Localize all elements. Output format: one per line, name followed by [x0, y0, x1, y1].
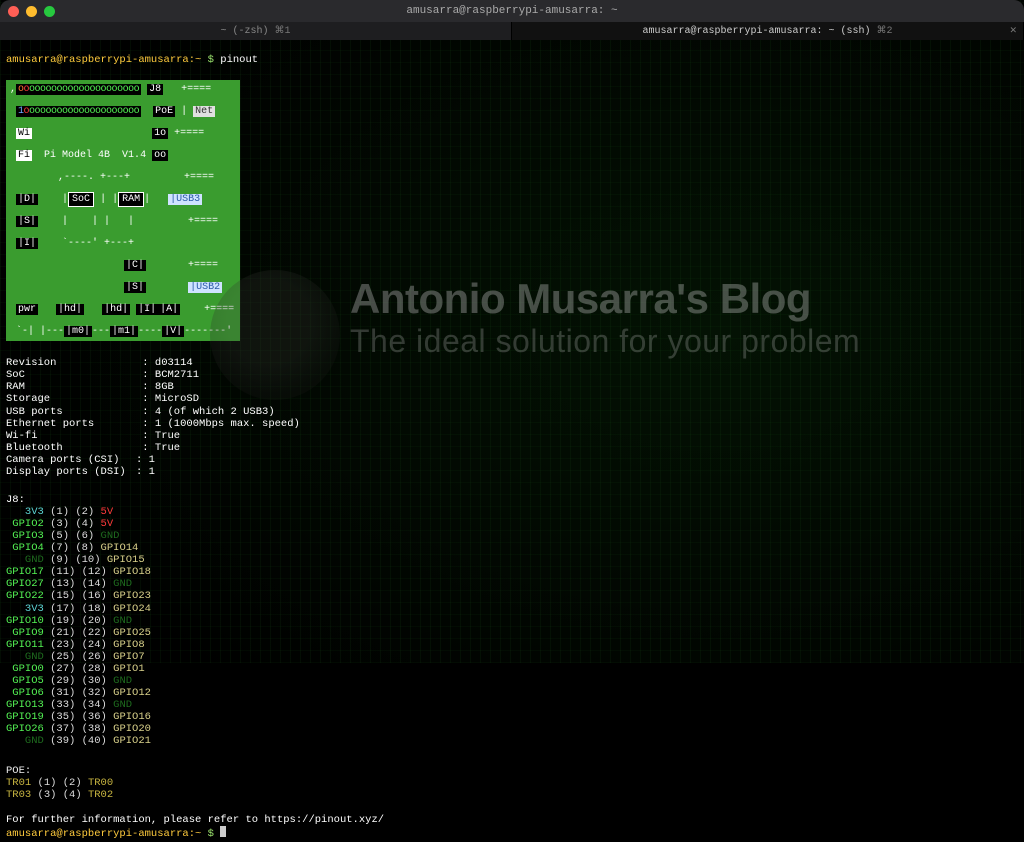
info-eth: 1 (1000Mbps max. speed) — [155, 418, 300, 430]
info-revision: d03114 — [155, 357, 193, 369]
usb2-port: |USB2 — [188, 282, 222, 293]
info-csi: 1 — [149, 454, 155, 466]
ram-chip: RAM — [118, 192, 144, 207]
footer-message: For further information, please refer to… — [6, 814, 384, 826]
tab-zsh[interactable]: ~ (-zsh) ⌘1 — [0, 22, 512, 40]
wifi-label-1: Wi — [16, 128, 32, 139]
poe-section: POE: TR01 (1) (2) TR00 TR03 (3) (4) TR02 — [6, 765, 1018, 801]
close-tab-icon[interactable]: ✕ — [1009, 26, 1017, 36]
j8-header: J8: — [6, 494, 25, 506]
soc-chip: SoC — [68, 192, 94, 207]
terminal-output[interactable]: amusarra@raspberrypi-amusarra:~ $ pinout… — [0, 40, 1024, 842]
info-usb: 4 (of which 2 USB3) — [155, 406, 275, 418]
wifi-label-2: Fi — [16, 150, 32, 161]
tab-bar: ~ (-zsh) ⌘1 amusarra@raspberrypi-amusarr… — [0, 22, 1024, 40]
prompt-symbol-2: $ — [208, 828, 214, 840]
gpio-header-row2: 1ooooooooooooooooooooo — [16, 106, 141, 117]
net-port: Net — [193, 106, 215, 117]
info-soc: BCM2711 — [155, 369, 199, 381]
info-bt: True — [155, 442, 180, 454]
j8-pin-table: J8: 3V3 (1) (2) 5V GPIO2 (3) (4) 5V GPIO… — [6, 494, 1018, 747]
poe-header: POE: — [6, 765, 31, 777]
poe-label: PoE — [153, 106, 175, 117]
pwr-label: pwr — [16, 304, 38, 315]
info-storage: MicroSD — [155, 393, 199, 405]
window-title: amusarra@raspberrypi-amusarra: ~ — [0, 5, 1024, 17]
info-wifi: True — [155, 430, 180, 442]
tab-shortcut: ⌘1 — [275, 25, 291, 37]
prompt-cwd: ~ — [195, 54, 201, 66]
usb3-port: |USB3 — [168, 194, 202, 205]
j8-label: J8 — [147, 84, 163, 95]
system-info: Revision : d03114 SoC : BCM2711 RAM : 8G… — [6, 357, 1018, 478]
prompt-cwd-2: ~ — [195, 828, 201, 840]
board-ascii-art: ,oooooooooooooooooooooo J8 +==== 1oooooo… — [6, 80, 240, 341]
tab-ssh[interactable]: amusarra@raspberrypi-amusarra: ~ (ssh) ⌘… — [512, 22, 1024, 40]
command-text: pinout — [220, 54, 258, 66]
cursor — [220, 826, 226, 837]
tab-label: amusarra@raspberrypi-amusarra: ~ (ssh) — [642, 26, 870, 37]
info-ram: 8GB — [155, 381, 174, 393]
gpio-header-row1: oooooooooooooooooooooo — [16, 84, 141, 95]
prompt-symbol: $ — [208, 54, 214, 66]
tab-label: ~ (-zsh) — [220, 26, 268, 37]
window-titlebar[interactable]: amusarra@raspberrypi-amusarra: ~ — [0, 0, 1024, 22]
info-dsi: 1 — [149, 466, 155, 478]
prompt-user-host: amusarra@raspberrypi-amusarra: — [6, 54, 195, 66]
model-text: Pi Model 4B V1.4 — [44, 150, 146, 161]
tab-shortcut: ⌘2 — [877, 25, 893, 37]
prompt-user-host-2: amusarra@raspberrypi-amusarra: — [6, 828, 195, 840]
